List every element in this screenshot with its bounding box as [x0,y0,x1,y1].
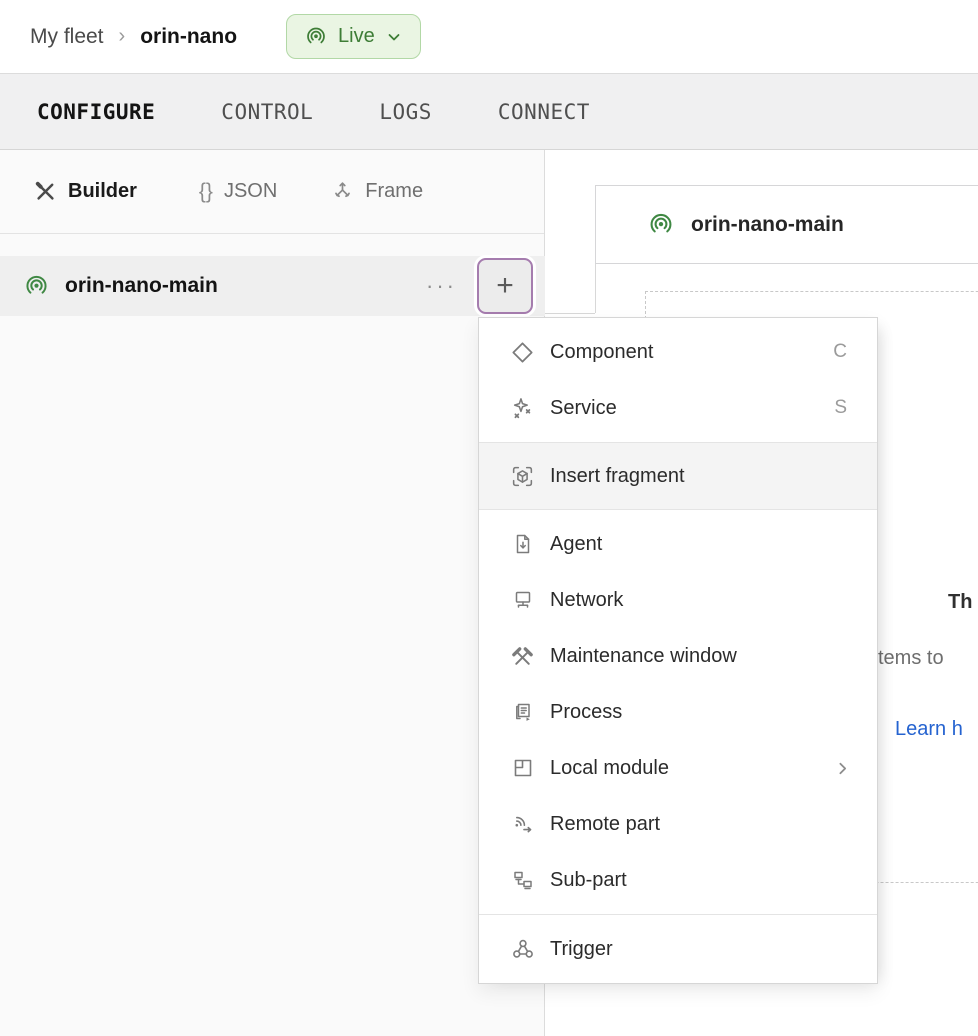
subtab-builder[interactable]: Builder [34,180,137,203]
breadcrumb-bar: My fleet › orin-nano Live [0,0,978,74]
menu-item-local-module[interactable]: Local module [479,740,877,796]
breadcrumb-separator: › [119,25,126,48]
menu-item-shortcut: C [833,341,877,363]
more-options-button[interactable]: ··· [426,256,457,316]
network-icon [509,587,536,614]
machine-part-icon [24,274,49,299]
live-status-dropdown[interactable]: Live [286,14,421,59]
menu-item-label: Service [550,397,617,420]
subtab-label: Frame [365,180,423,203]
menu-item-label: Process [550,701,622,724]
learn-how-link[interactable]: Learn h [895,718,963,741]
breadcrumb-parent-link[interactable]: My fleet [30,25,104,49]
tab-control[interactable]: CONTROL [221,100,313,124]
chevron-right-icon [834,760,877,777]
frame-axes-icon [331,180,354,203]
menu-item-remote-part[interactable]: Remote part [479,796,877,852]
process-icon [509,699,536,726]
part-card-title: orin-nano-main [691,213,844,237]
menu-item-maintenance-window[interactable]: Maintenance window [479,628,877,684]
add-item-menu: Component C Service S [478,317,878,984]
add-item-button[interactable]: + [477,258,533,314]
menu-item-shortcut: S [834,397,877,419]
braces-icon: {} [199,180,213,204]
app-window: My fleet › orin-nano Live CONFIGURE CONT… [0,0,978,1036]
local-module-icon [509,755,536,782]
machine-part-name: orin-nano-main [65,274,218,298]
main-tab-bar: CONFIGURE CONTROL LOGS CONNECT [0,74,978,150]
menu-item-label: Maintenance window [550,645,737,668]
menu-item-component[interactable]: Component C [479,324,877,380]
machine-live-icon [305,26,327,48]
connector-line-vertical [595,264,596,313]
menu-item-network[interactable]: Network [479,572,877,628]
menu-item-agent[interactable]: Agent [479,516,877,572]
empty-state-body-fragment: tems to [878,647,944,670]
tab-connect[interactable]: CONNECT [498,100,590,124]
menu-item-label: Local module [550,757,669,780]
breadcrumb-current: orin-nano [140,25,237,49]
machine-part-card[interactable]: orin-nano-main [595,185,978,264]
tab-configure[interactable]: CONFIGURE [37,100,155,124]
maintenance-icon [509,643,536,670]
remote-part-icon [509,811,536,838]
machine-part-row-selected[interactable]: orin-nano-main ··· + [0,256,545,316]
menu-item-process[interactable]: Process [479,684,877,740]
agent-file-icon [509,531,536,558]
menu-item-label: Remote part [550,813,660,836]
menu-item-label: Network [550,589,623,612]
tab-logs[interactable]: LOGS [379,100,432,124]
menu-item-sub-part[interactable]: Sub-part [479,852,877,908]
connector-line-horizontal [545,313,595,314]
empty-state-heading-fragment: Th [948,591,972,614]
menu-item-label: Agent [550,533,602,556]
menu-item-trigger[interactable]: Trigger [479,921,877,977]
fragment-icon [509,463,536,490]
subtab-label: JSON [224,180,277,203]
machine-part-icon [648,212,674,238]
trigger-webhook-icon [509,936,536,963]
diamond-icon [509,339,536,366]
menu-group: Component C Service S [479,318,877,442]
menu-item-service[interactable]: Service S [479,380,877,436]
menu-item-label: Component [550,341,653,364]
menu-item-label: Insert fragment [550,465,685,488]
menu-item-label: Sub-part [550,869,627,892]
config-sidebar: Builder {} JSON [0,150,545,1036]
subtab-json[interactable]: {} JSON [199,180,277,204]
wrench-icon [34,180,57,203]
menu-item-label: Trigger [550,938,613,961]
menu-group: Insert fragment [479,443,877,509]
sub-part-icon [509,867,536,894]
subtab-label: Builder [68,180,137,203]
menu-group: Trigger [479,915,877,983]
menu-group: Agent Network [479,510,877,914]
config-view-switcher: Builder {} JSON [0,150,544,234]
sparkles-icon [509,395,536,422]
subtab-frame[interactable]: Frame [331,180,423,203]
live-status-label: Live [338,25,375,48]
menu-item-insert-fragment[interactable]: Insert fragment [479,443,877,509]
chevron-down-icon [386,29,402,45]
